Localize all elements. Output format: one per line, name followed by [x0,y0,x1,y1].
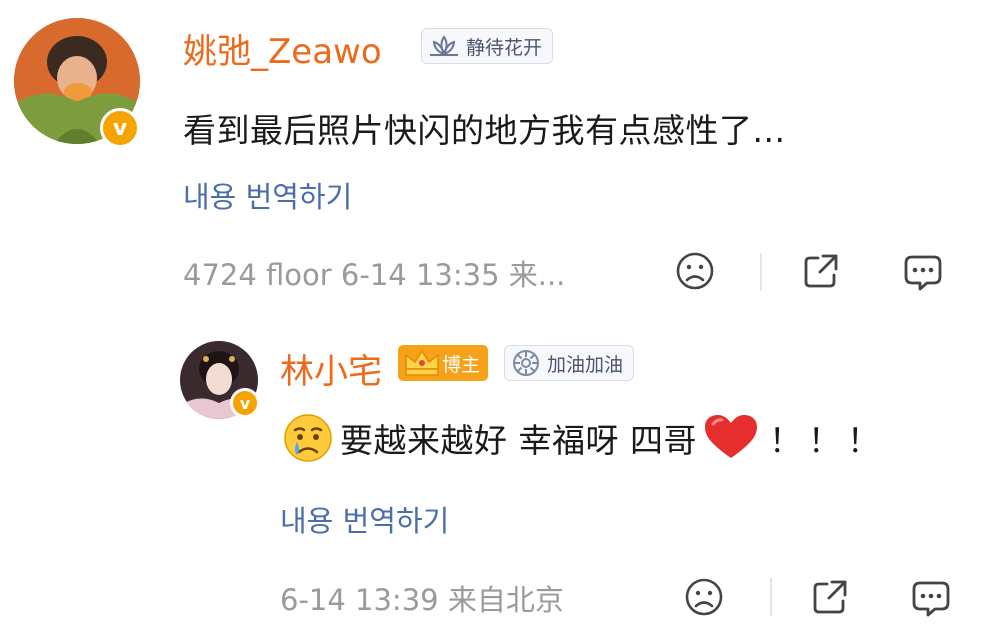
reply-fan-tag[interactable]: 加油加油 [504,345,635,381]
share-icon [804,254,838,288]
comment-meta: 4724 floor 6-14 13:35 来... [183,258,566,292]
reply-username[interactable]: 林小宅 [280,344,382,393]
reply-share-button[interactable] [809,576,851,618]
share-icon [813,580,847,614]
dislike-button[interactable] [674,250,716,292]
crying-face-icon [284,414,332,462]
comment-icon [904,255,942,291]
author-badge: 博主 [398,345,489,381]
fan-tag-label: 静待花开 [466,36,543,59]
comment-username[interactable]: 姚弛_Zeawo [183,24,382,73]
reply-text-main: 要越来越好 幸福呀 四哥 [340,421,697,460]
sad-face-icon [676,252,714,290]
reply-meta: 6-14 13:39 来自北京 [280,583,564,617]
divider [760,253,762,291]
reply-divider [770,578,772,616]
verified-badge-letter: v [112,115,128,141]
lotus-icon [430,35,458,57]
reply-verified-badge: v [230,388,260,418]
flower-badge-icon [513,350,539,376]
comment-icon [912,581,950,617]
share-button[interactable] [800,250,842,292]
reply-verified-badge-letter: v [239,393,251,413]
verified-badge: v [100,108,140,148]
reply-translate-link[interactable]: 내용 번역하기 [280,498,449,540]
heart-icon [704,415,757,458]
sad-face-icon [685,578,723,616]
reply-text: 要越来越好 幸福呀 四哥 ！！！ [282,412,886,464]
comment-text: 看到最后照片快闪的地方我有点感性了... [183,111,786,150]
author-badge-label: 博主 [442,353,481,376]
reply-comment-button[interactable] [910,577,952,619]
fan-tag[interactable]: 静待花开 [421,28,554,64]
crown-icon [405,349,439,376]
reply-dislike-button[interactable] [683,576,725,618]
reply-fan-tag-label: 加油加油 [547,353,624,376]
reply-text-end: ！！！ [768,421,886,460]
comment-button[interactable] [902,251,944,293]
translate-link[interactable]: 내용 번역하기 [183,174,352,216]
